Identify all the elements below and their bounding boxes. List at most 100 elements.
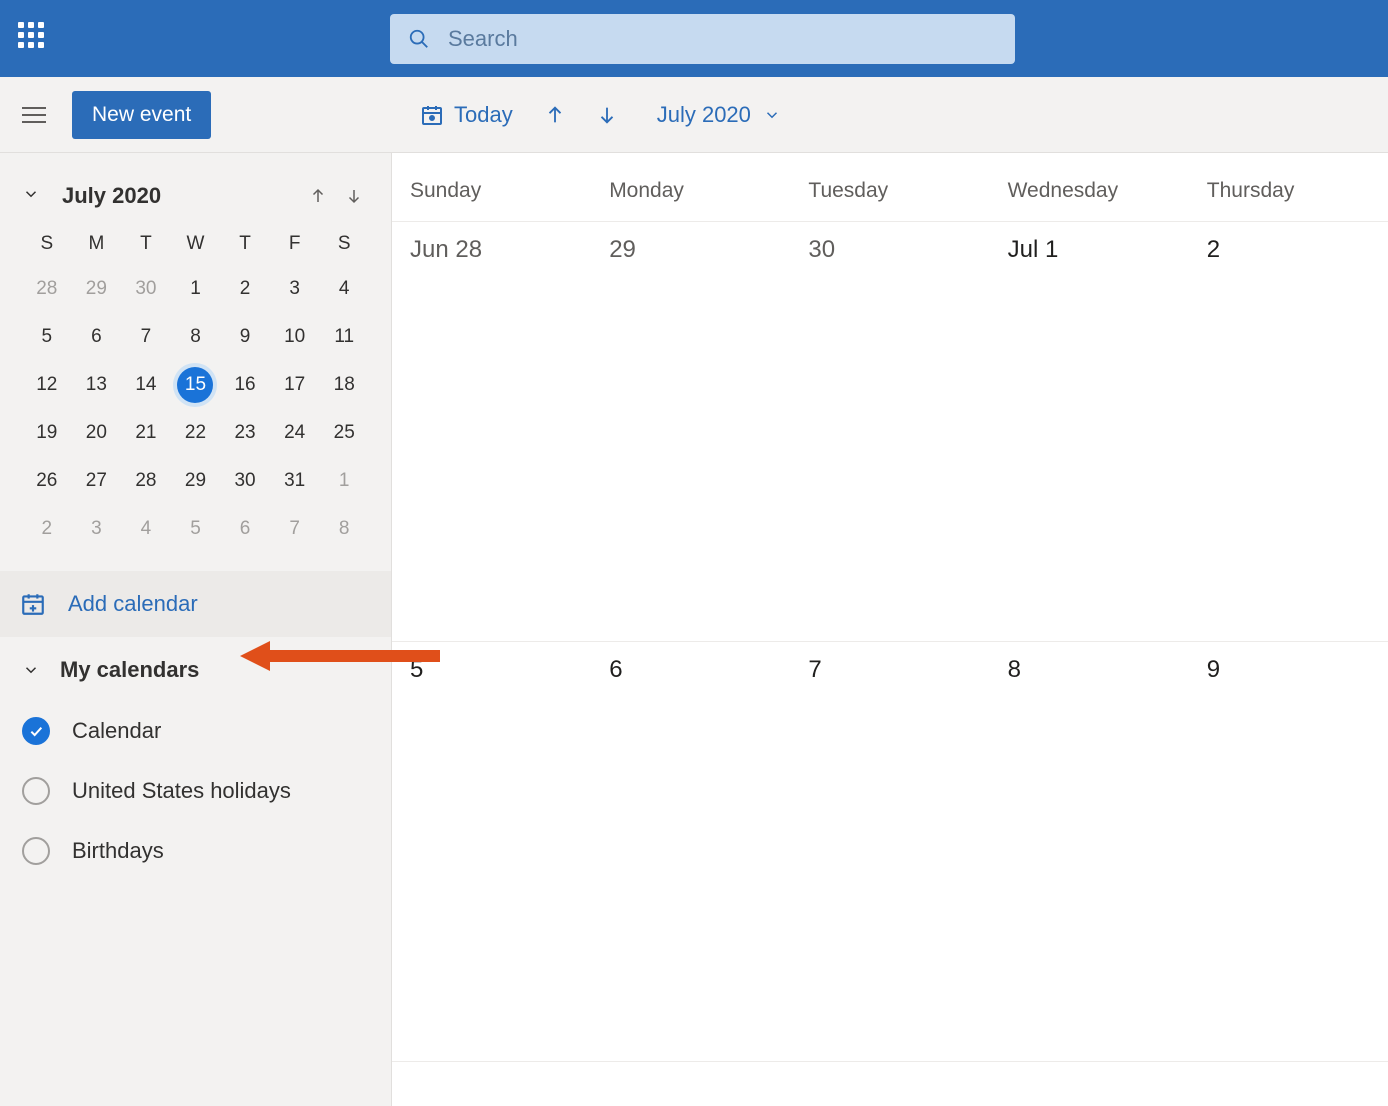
grid-day-cell[interactable]: Jul 1 [990,222,1189,642]
mini-day-cell[interactable]: 24 [270,409,320,457]
mini-calendar-days: 2829301234567891011121314151617181920212… [22,265,369,553]
mini-day-cell[interactable]: 30 [220,457,270,505]
mini-calendar-collapse[interactable] [22,185,48,208]
chevron-down-icon [22,185,40,203]
arrow-down-icon [596,104,618,126]
today-label: Today [454,102,513,128]
mini-prev-month[interactable] [303,181,333,211]
chevron-down-icon [22,661,40,679]
calendar-list-item[interactable]: Birthdays [22,821,371,881]
mini-day-cell[interactable]: 19 [22,409,72,457]
mini-day-cell[interactable]: 2 [220,265,270,313]
grid-dow-cell: Monday [591,153,790,221]
mini-day-cell[interactable]: 13 [72,361,122,409]
grid-dow-row: SundayMondayTuesdayWednesdayThursday [392,153,1388,222]
mini-day-cell[interactable]: 16 [220,361,270,409]
mini-day-cell[interactable]: 11 [319,313,369,361]
mini-day-cell[interactable]: 4 [121,505,171,553]
mini-day-cell[interactable]: 28 [121,457,171,505]
calendar-list-item[interactable]: Calendar [22,701,371,761]
mini-day-cell[interactable]: 17 [270,361,320,409]
mini-day-cell[interactable]: 3 [270,265,320,313]
mini-next-month[interactable] [339,181,369,211]
checkbox-checked-icon[interactable] [22,717,50,745]
new-event-button[interactable]: New event [72,91,211,139]
grid-day-cell[interactable]: 9 [1189,642,1388,1062]
search-box[interactable] [390,14,1015,64]
mini-day-cell[interactable]: 31 [270,457,320,505]
mini-day-cell[interactable]: 9 [220,313,270,361]
checkbox-unchecked-icon[interactable] [22,837,50,865]
mini-dow-cell: M [72,223,122,265]
mini-day-cell[interactable]: 8 [171,313,221,361]
grid-day-cell[interactable]: 29 [591,222,790,642]
mini-day-cell[interactable]: 10 [270,313,320,361]
mini-day-cell[interactable]: 30 [121,265,171,313]
grid-day-cell[interactable]: 30 [790,222,989,642]
mini-dow-cell: T [121,223,171,265]
chevron-down-icon [763,106,781,124]
calendar-item-label: Birthdays [72,838,164,864]
mini-day-cell[interactable]: 15 [171,361,221,409]
grid-dow-cell: Wednesday [990,153,1189,221]
mini-day-cell[interactable]: 26 [22,457,72,505]
my-calendars-toggle[interactable]: My calendars [22,657,371,683]
mini-day-cell[interactable]: 7 [270,505,320,553]
arrow-up-icon [544,104,566,126]
mini-day-cell[interactable]: 2 [22,505,72,553]
mini-day-cell[interactable]: 1 [319,457,369,505]
add-calendar-button[interactable]: Add calendar [0,571,391,637]
mini-day-cell[interactable]: 23 [220,409,270,457]
mini-dow-cell: W [171,223,221,265]
grid-day-cell[interactable]: 8 [990,642,1189,1062]
my-calendars-title: My calendars [60,657,199,683]
checkbox-unchecked-icon[interactable] [22,777,50,805]
mini-day-cell[interactable]: 25 [319,409,369,457]
mini-day-cell[interactable]: 21 [121,409,171,457]
mini-day-cell[interactable]: 3 [72,505,122,553]
mini-day-cell[interactable]: 6 [220,505,270,553]
grid-day-cell[interactable]: 5 [392,642,591,1062]
mini-day-cell[interactable]: 4 [319,265,369,313]
mini-day-cell[interactable]: 27 [72,457,122,505]
mini-day-cell[interactable]: 14 [121,361,171,409]
mini-day-cell[interactable]: 29 [72,265,122,313]
grid-dow-cell: Thursday [1189,153,1388,221]
mini-day-cell[interactable]: 18 [319,361,369,409]
grid-day-cell[interactable]: 6 [591,642,790,1062]
today-button[interactable]: Today [408,94,525,136]
mini-dow-cell: S [319,223,369,265]
search-input[interactable] [448,26,997,52]
mini-day-cell[interactable]: 6 [72,313,122,361]
mini-dow-cell: S [22,223,72,265]
mini-day-cell[interactable]: 22 [171,409,221,457]
mini-dow-cell: F [270,223,320,265]
mini-day-cell[interactable]: 20 [72,409,122,457]
mini-day-cell[interactable]: 12 [22,361,72,409]
mini-day-cell[interactable]: 5 [171,505,221,553]
grid-day-cell[interactable]: Jun 28 [392,222,591,642]
mini-day-cell[interactable]: 5 [22,313,72,361]
calendar-item-label: United States holidays [72,778,291,804]
mini-calendar-dow: SMTWTFS [22,223,369,265]
calendar-add-icon [20,591,46,617]
app-launcher-icon[interactable] [18,22,52,56]
hamburger-menu-icon[interactable] [14,95,54,135]
mini-day-cell[interactable]: 28 [22,265,72,313]
month-label: July 2020 [657,102,751,128]
sidebar: July 2020 SMTWTFS 2829301234567891011121… [0,153,392,1106]
grid-day-cell[interactable]: 7 [790,642,989,1062]
mini-calendar-header: July 2020 [0,173,391,223]
grid-dow-cell: Tuesday [790,153,989,221]
mini-calendar-title: July 2020 [62,183,303,209]
month-picker[interactable]: July 2020 [645,94,793,136]
toolbar: New event Today July 2020 [0,77,1388,153]
next-period-button[interactable] [585,93,629,137]
mini-day-cell[interactable]: 1 [171,265,221,313]
mini-day-cell[interactable]: 29 [171,457,221,505]
grid-day-cell[interactable]: 2 [1189,222,1388,642]
mini-day-cell[interactable]: 7 [121,313,171,361]
mini-day-cell[interactable]: 8 [319,505,369,553]
calendar-list-item[interactable]: United States holidays [22,761,371,821]
prev-period-button[interactable] [533,93,577,137]
